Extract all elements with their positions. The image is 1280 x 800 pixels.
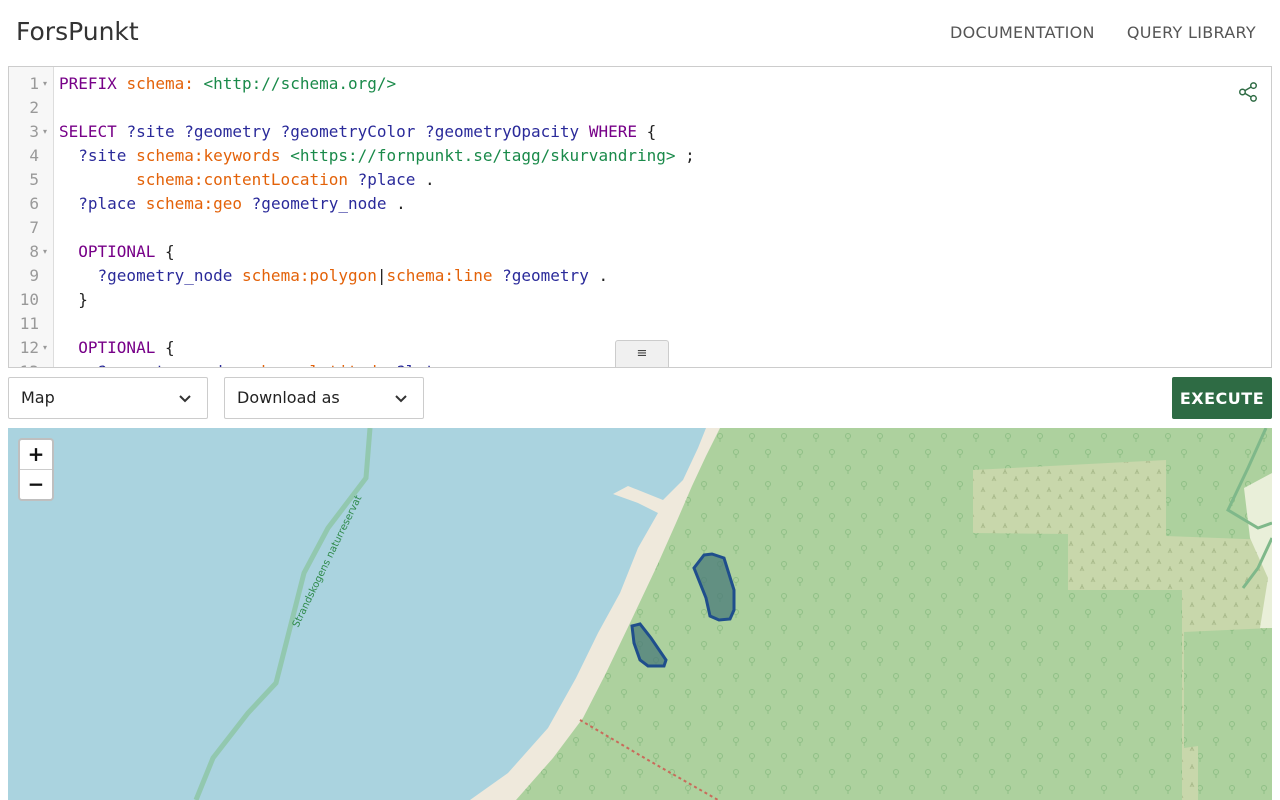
- code-line[interactable]: 6 ?place schema:geo ?geometry_node .: [9, 192, 1271, 216]
- code-token: schema:keywords: [136, 146, 291, 165]
- line-number: 7: [29, 218, 39, 237]
- line-number: 3: [29, 122, 39, 141]
- editor-resize-handle[interactable]: ≡: [615, 340, 669, 367]
- code-token: schema:: [126, 74, 204, 93]
- code-line[interactable]: 7: [9, 216, 1271, 240]
- code-text: ?geometry_node schema:latitude ?lat: [59, 360, 435, 367]
- fold-toggle-icon[interactable]: ▾: [43, 72, 47, 96]
- query-editor[interactable]: 1 ▾ PREFIX schema: <http://schema.org/> 2 3 ▾…: [8, 66, 1272, 368]
- code-token: ;: [675, 146, 695, 165]
- code-text: OPTIONAL {: [59, 336, 175, 360]
- code-line[interactable]: 5 schema:contentLocation ?place .: [9, 168, 1271, 192]
- line-number: 12: [19, 338, 39, 357]
- line-number: 5: [29, 170, 39, 189]
- map-canvas[interactable]: Strandskogens naturreservat: [8, 428, 1272, 800]
- code-token: {: [164, 338, 175, 357]
- line-number: 9: [29, 266, 39, 285]
- chevron-down-icon: [395, 395, 407, 403]
- code-token: SELECT: [59, 122, 127, 141]
- line-number: 8: [29, 242, 39, 261]
- code-text: }: [59, 288, 88, 312]
- code-token: ?geometry_node: [59, 266, 243, 285]
- code-line[interactable]: 9 ?geometry_node schema:polygon|schema:l…: [9, 264, 1271, 288]
- code-token: ?site ?geometry ?geometryColor ?geometry…: [126, 122, 589, 141]
- line-number: 10: [19, 290, 39, 309]
- view-select[interactable]: Map: [8, 377, 208, 419]
- code-text: schema:contentLocation ?place .: [59, 168, 435, 192]
- code-line[interactable]: 11: [9, 312, 1271, 336]
- top-nav: DOCUMENTATION QUERY LIBRARY: [950, 23, 1256, 42]
- app-title[interactable]: ForsPunkt: [16, 17, 139, 46]
- fold-toggle-icon[interactable]: ▾: [43, 240, 47, 264]
- code-text: SELECT ?site ?geometry ?geometryColor ?g…: [59, 120, 656, 144]
- code-token: schema:line: [386, 266, 503, 285]
- code-line[interactable]: 3 ▾ SELECT ?site ?geometry ?geometryColor …: [9, 120, 1271, 144]
- download-select-value: Download as: [237, 388, 340, 407]
- code-token: ?lat: [396, 362, 435, 367]
- fold-toggle-icon[interactable]: ▾: [43, 120, 47, 144]
- line-number: 4: [29, 146, 39, 165]
- code-token: OPTIONAL: [59, 242, 165, 261]
- code-text: ?site schema:keywords <https://fornpunkt…: [59, 144, 695, 168]
- code-token: {: [646, 122, 657, 141]
- code-text: ?place schema:geo ?geometry_node .: [59, 192, 406, 216]
- code-token: ?site: [59, 146, 137, 165]
- chevron-down-icon: [179, 395, 191, 403]
- code-line[interactable]: 4 ?site schema:keywords <https://fornpun…: [9, 144, 1271, 168]
- code-token: WHERE: [588, 122, 647, 141]
- code-token: OPTIONAL: [59, 338, 165, 357]
- fold-toggle-icon[interactable]: ▾: [43, 336, 47, 360]
- code-text: OPTIONAL {: [59, 240, 175, 264]
- documentation-link[interactable]: DOCUMENTATION: [950, 23, 1095, 42]
- code-token: schema:geo: [145, 194, 252, 213]
- map-view[interactable]: Strandskogens naturreservat + −: [8, 428, 1272, 800]
- code-token: ?place: [59, 194, 146, 213]
- code-text: PREFIX schema: <http://schema.org/>: [59, 72, 396, 96]
- code-token: .: [588, 266, 609, 285]
- code-token: ?place: [357, 170, 416, 189]
- line-number: 6: [29, 194, 39, 213]
- code-line[interactable]: 8 ▾ OPTIONAL {: [9, 240, 1271, 264]
- code-line[interactable]: 1 ▾ PREFIX schema: <http://schema.org/>: [9, 72, 1271, 96]
- query-library-link[interactable]: QUERY LIBRARY: [1127, 23, 1256, 42]
- line-number: 13: [9, 360, 39, 367]
- code-token: ?geometry_node: [59, 362, 242, 367]
- download-select[interactable]: Download as: [224, 377, 424, 419]
- execute-button[interactable]: EXECUTE: [1172, 377, 1272, 419]
- code-token: PREFIX: [59, 74, 127, 93]
- line-number: 11: [19, 314, 39, 333]
- share-icon[interactable]: [1237, 81, 1259, 103]
- code-token: schema:polygon: [242, 266, 377, 285]
- code-token: .: [386, 194, 406, 213]
- zoom-control: + −: [18, 438, 54, 501]
- line-number: 1: [29, 74, 39, 93]
- code-token: schema:contentLocation: [136, 170, 358, 189]
- code-line[interactable]: 10 }: [9, 288, 1271, 312]
- code-token: <https://fornpunkt.se/tagg/skurvandring>: [290, 146, 676, 165]
- code-token: ?geometry_node: [251, 194, 387, 213]
- code-token: |: [376, 266, 387, 285]
- top-bar: ForsPunkt DOCUMENTATION QUERY LIBRARY: [0, 0, 1280, 66]
- code-token: .: [415, 170, 435, 189]
- code-line[interactable]: 2: [9, 96, 1271, 120]
- line-number: 2: [29, 98, 39, 117]
- zoom-in-button[interactable]: +: [20, 440, 52, 470]
- code-token: schema:latitude: [242, 362, 396, 367]
- code-token: ?geometry: [502, 266, 589, 285]
- code-token: <http://schema.org/>: [203, 74, 397, 93]
- code-text: ?geometry_node schema:polygon|schema:lin…: [59, 264, 609, 288]
- view-select-value: Map: [21, 388, 55, 407]
- zoom-out-button[interactable]: −: [20, 470, 52, 499]
- code-token: {: [164, 242, 175, 261]
- code-token: }: [59, 290, 88, 309]
